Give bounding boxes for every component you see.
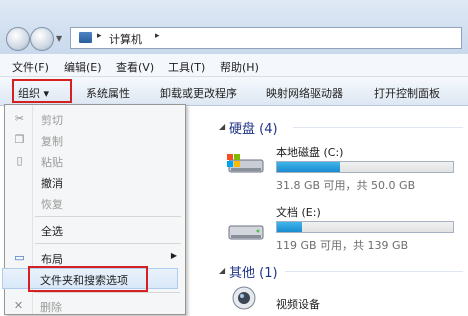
- menu-item-label: 撤消: [41, 177, 63, 190]
- drive-usage-fill: [277, 222, 302, 232]
- video-device-icon[interactable]: [229, 284, 259, 312]
- menu-separator: [35, 216, 181, 217]
- copy-icon: ❐: [14, 133, 25, 146]
- menu-item-layout[interactable]: ▭ 布局 ▶: [5, 248, 185, 268]
- content-pane: ◢ 硬盘 (4) 本地磁盘 (C:) 31.8 GB 可用，共 50.0 GB …: [185, 106, 468, 313]
- menu-item-label: 布局: [41, 253, 63, 266]
- menu-item-label: 剪切: [41, 114, 63, 127]
- map-network-drive-button[interactable]: 映射网络驱动器: [266, 85, 343, 101]
- menu-separator: [34, 292, 180, 293]
- group-divider: [293, 127, 463, 128]
- menu-edit[interactable]: 编辑(E): [64, 59, 102, 75]
- open-control-panel-button[interactable]: 打开控制面板: [374, 85, 440, 101]
- organize-highlight-box: [12, 79, 72, 103]
- group-header-hard-disks[interactable]: 硬盘 (4): [229, 118, 278, 137]
- menu-item-label: 复制: [41, 135, 63, 148]
- menu-tools[interactable]: 工具(T): [168, 59, 205, 75]
- menu-bar: 文件(F) 编辑(E) 查看(V) 工具(T) 帮助(H): [0, 54, 468, 77]
- paste-icon: ▯: [16, 154, 23, 167]
- menu-item-copy[interactable]: ❐ 复制: [5, 130, 185, 150]
- menu-help[interactable]: 帮助(H): [220, 59, 259, 75]
- menu-view[interactable]: 查看(V): [116, 59, 154, 75]
- menu-item-cut[interactable]: ✂ 剪切: [5, 109, 185, 129]
- computer-icon: [79, 32, 92, 43]
- drive-name[interactable]: 文档 (E:): [276, 204, 321, 220]
- chevron-right-icon[interactable]: ▸: [155, 31, 160, 41]
- system-properties-button[interactable]: 系统属性: [86, 85, 130, 101]
- folder-options-highlight-box: [28, 266, 148, 292]
- menu-item-label: 恢复: [41, 198, 63, 211]
- forward-button[interactable]: [30, 27, 54, 51]
- menu-file[interactable]: 文件(F): [12, 59, 49, 75]
- drive-capacity: 31.8 GB 可用，共 50.0 GB: [276, 179, 416, 192]
- drive-capacity: 119 GB 可用，共 139 GB: [276, 239, 409, 252]
- menu-item-paste[interactable]: ▯ 粘贴: [5, 151, 185, 171]
- history-dropdown-icon[interactable]: ▼: [56, 34, 62, 43]
- breadcrumb-computer[interactable]: 计算机: [109, 31, 142, 47]
- menu-item-redo[interactable]: 恢复: [5, 193, 185, 213]
- title-bar: ▼ ▸ 计算机 ▸: [0, 0, 468, 54]
- collapse-icon[interactable]: ◢: [219, 266, 225, 275]
- group-divider: [285, 271, 463, 272]
- menu-item-label: 全选: [41, 225, 63, 238]
- drive-usage-fill: [277, 162, 341, 172]
- scissors-icon: ✂: [14, 112, 25, 125]
- delete-icon: ✕: [13, 299, 24, 312]
- drive-usage-bar: [276, 221, 454, 233]
- system-drive-icon[interactable]: [225, 152, 265, 176]
- collapse-icon[interactable]: ◢: [219, 122, 225, 131]
- layout-icon: ▭: [14, 251, 25, 264]
- menu-item-select-all[interactable]: 全选: [5, 220, 185, 240]
- drive-name[interactable]: 本地磁盘 (C:): [276, 144, 343, 160]
- chevron-right-icon[interactable]: ▸: [97, 31, 102, 41]
- address-bar[interactable]: ▸ 计算机 ▸: [70, 27, 462, 49]
- uninstall-program-button[interactable]: 卸载或更改程序: [160, 85, 237, 101]
- menu-separator: [35, 243, 181, 244]
- drive-usage-bar: [276, 161, 454, 173]
- menu-item-label: 粘贴: [41, 156, 63, 169]
- hard-drive-icon[interactable]: [225, 220, 265, 244]
- device-name[interactable]: 视频设备: [276, 296, 320, 312]
- menu-item-delete[interactable]: ✕ 删除: [4, 296, 184, 316]
- submenu-arrow-icon: ▶: [170, 251, 177, 260]
- menu-item-undo[interactable]: 撤消: [5, 172, 185, 192]
- back-button[interactable]: [6, 27, 30, 51]
- group-header-other[interactable]: 其他 (1): [229, 262, 278, 281]
